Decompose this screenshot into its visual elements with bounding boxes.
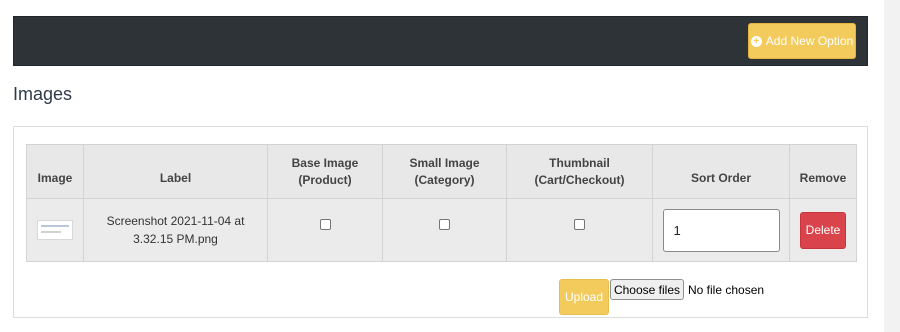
upload-button[interactable]: Upload <box>559 279 609 315</box>
images-table: Image Label Base Image (Product) Small I… <box>26 144 857 262</box>
image-label-line1: Screenshot 2021-11-04 at <box>106 214 245 228</box>
header-small-image-line1: Small Image <box>409 155 480 170</box>
scroll-gutter <box>884 0 900 332</box>
choose-files-button[interactable]: Choose files <box>610 279 684 300</box>
header-thumbnail-line2: (Cart/Checkout) <box>534 172 625 187</box>
header-thumbnail: Thumbnail (Cart/Checkout) <box>506 144 653 199</box>
small-image-cell <box>382 198 507 262</box>
header-remove: Remove <box>789 144 857 199</box>
image-label-line2: 3.32.15 PM.png <box>133 232 218 246</box>
sort-order-input[interactable] <box>662 208 780 252</box>
header-base-image-line2: (Product) <box>298 172 352 187</box>
section-title: Images <box>13 84 73 104</box>
add-new-option-button[interactable]: + Add New Option <box>748 23 856 59</box>
header-base-image: Base Image (Product) <box>267 144 383 199</box>
file-status-text: No file chosen <box>688 283 765 297</box>
label-cell: Screenshot 2021-11-04 at 3.32.15 PM.png <box>83 198 268 262</box>
thumbnail-cell <box>506 198 653 262</box>
table-header-row: Image Label Base Image (Product) Small I… <box>26 144 857 199</box>
sort-order-cell <box>652 198 790 262</box>
header-thumbnail-line1: Thumbnail <box>549 155 610 170</box>
header-small-image-line2: (Category) <box>414 172 475 187</box>
table-row: Screenshot 2021-11-04 at 3.32.15 PM.png … <box>26 198 857 262</box>
header-base-image-line1: Base Image <box>291 155 359 170</box>
delete-button[interactable]: Delete <box>800 211 846 249</box>
top-toolbar <box>13 16 868 66</box>
remove-cell: Delete <box>789 198 857 262</box>
image-thumbnail <box>37 220 73 240</box>
base-image-checkbox[interactable] <box>319 218 331 230</box>
plus-circle-icon: + <box>750 35 762 47</box>
header-small-image: Small Image (Category) <box>382 144 507 199</box>
image-cell <box>26 198 84 262</box>
base-image-cell <box>267 198 383 262</box>
header-label: Label <box>83 144 268 199</box>
page: + Add New Option Images Image Label Base… <box>0 0 900 332</box>
add-new-option-label: Add New Option <box>765 34 854 48</box>
header-sort-order: Sort Order <box>652 144 790 199</box>
thumbnail-checkbox[interactable] <box>574 218 585 230</box>
small-image-checkbox[interactable] <box>439 218 450 230</box>
header-image: Image <box>26 144 84 199</box>
